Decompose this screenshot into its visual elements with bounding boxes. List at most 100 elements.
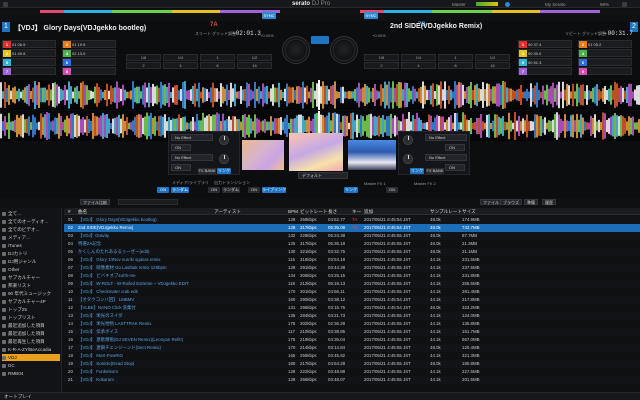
column-header[interactable]: キー (352, 208, 364, 215)
sidebar-item[interactable]: 最近再生した項目 (2, 338, 60, 345)
loop-8-button[interactable]: 8 (438, 62, 473, 69)
hotcue-2-button[interactable]: 2 01 05.2 (578, 40, 632, 48)
sidebar-item[interactable]: RMB04 (2, 370, 60, 377)
fx-left-knob-2[interactable] (219, 154, 229, 164)
column-header[interactable]: アーティスト (214, 208, 288, 215)
user-menu[interactable]: My Serato (545, 2, 566, 7)
fx-right-link-button[interactable]: リンク (410, 168, 424, 174)
column-header[interactable]: 曲名 (78, 208, 214, 215)
sidebar-item[interactable]: トップリスト (2, 314, 60, 321)
loop-1-8-button[interactable]: 1/8 (364, 54, 399, 61)
hotcue-3-button[interactable]: 3 00 30.0 (518, 49, 572, 57)
files-tab[interactable]: ファイル (480, 199, 502, 205)
fx-right-knob-2[interactable] (403, 154, 413, 164)
fx-left-slot-1[interactable]: No Effect (171, 134, 213, 141)
deck-left-overview[interactable] (40, 10, 280, 13)
browse-tab[interactable]: ブラウズ (500, 199, 522, 205)
table-row[interactable]: 07 【VDJ】 映像素材 Go Lastbak remix 128bpm 128 2… (64, 264, 640, 272)
column-header[interactable]: 長さ (328, 208, 352, 215)
sidebar-item[interactable]: 全てのオーディオ... (2, 218, 60, 225)
hotcue-4-button[interactable]: 4 (578, 49, 632, 57)
table-row[interactable]: 17 【VDJ】 連鎖チェンジーンド(Sect Remix) 170 214kbps 0… (64, 344, 640, 352)
sidebar-item[interactable]: iTunes (2, 242, 60, 249)
column-header[interactable]: 追加 (364, 208, 430, 215)
sidebar-item[interactable]: DC (2, 362, 60, 369)
autoplay-label[interactable]: オートプレイ (4, 394, 32, 400)
sidebar-item[interactable]: DJ用ジャンル (2, 258, 60, 265)
fx-on-button-2[interactable]: ON (208, 187, 220, 193)
loop-1-8-button[interactable]: 1/8 (126, 54, 161, 61)
preset-dropdown[interactable]: デフォルト (298, 172, 348, 179)
loop-2-button[interactable]: 2 (126, 62, 161, 69)
table-row[interactable]: 21 【VDJ】 Kokurum 128 266kbps 03:48.07 2017/05… (64, 376, 640, 384)
sidebar-item[interactable]: 90 年代ミュージック (2, 290, 60, 297)
sidebar-item[interactable]: メディア... (2, 234, 60, 241)
fx-link-button[interactable]: リンク (344, 187, 358, 193)
table-row[interactable]: 18 【VDJ】 MaX-PowRiO 165 255kbps 03:45.82 2017… (64, 352, 640, 360)
hotcue-4-button[interactable]: 4 02 13.0 (62, 49, 116, 57)
deck-left-platter[interactable] (282, 36, 310, 64)
table-row[interactable]: 12 【VLBE】NANO Click 洗集付 131 296kbps 03:15.76… (64, 304, 640, 312)
column-header[interactable]: BPM (288, 208, 300, 215)
table-row[interactable]: 05 かくしんのたれあるるぅーぜー(edit) 130 321kbps 03:32.75… (64, 248, 640, 256)
sidebar-item[interactable]: 全てのビデオ... (2, 226, 60, 233)
fx-right-bank-button[interactable]: FX BANK (426, 168, 444, 174)
hotcue-8-button[interactable]: 8 (578, 67, 632, 75)
video-left-preview[interactable] (242, 140, 284, 170)
fx-right-slot-1[interactable]: No Effect (425, 134, 467, 141)
hotcue-6-button[interactable]: 6 (62, 58, 116, 66)
column-header[interactable]: # (68, 208, 78, 215)
loop-2-button[interactable]: 2 (364, 62, 399, 69)
table-row[interactable]: 06 【VDJ】 Glory 14Nov nurriki sgdara remix… (64, 256, 640, 264)
deck-right-platter[interactable] (330, 36, 358, 64)
video-output-preview[interactable] (289, 133, 343, 171)
fx-on-button-3[interactable]: ON (248, 187, 260, 193)
hotcue-3-button[interactable]: 3 01 49.5 (2, 49, 56, 57)
table-row[interactable]: 09 【VDJ】 W-ROLT - W-Roiled Extreme ~ VDJg… (64, 280, 640, 288)
loop-1-4-button[interactable]: 1/4 (163, 54, 198, 61)
loop-4-button[interactable]: 4 (163, 62, 198, 69)
fx-right-slot-2[interactable]: No Effect (425, 154, 467, 161)
sync-right-button[interactable]: SYNC (364, 12, 378, 19)
fx-left-slot-2[interactable]: No Effect (171, 154, 213, 161)
fx-left-on-1[interactable]: ON (171, 144, 191, 151)
loop-1-button[interactable]: 1 (200, 54, 235, 61)
table-row[interactable]: 10 【VDJ】 Checkmate! crab edit 170 301kbps 04… (64, 288, 640, 296)
prepare-tab[interactable]: 準備 (524, 199, 538, 205)
hotcue-8-button[interactable]: 8 (62, 67, 116, 75)
hotcue-2-button[interactable]: 2 01 19.5 (62, 40, 116, 48)
hotcue-7-button[interactable]: 7 (518, 67, 572, 75)
sidebar-item[interactable]: 全て... (2, 210, 60, 217)
loop-1-button[interactable]: 1 (438, 54, 473, 61)
fx-left-knob-1[interactable] (219, 135, 229, 145)
video-right-preview[interactable] (348, 140, 396, 170)
table-row[interactable]: 19 【VDJ】 Sonicle(Dead Stop) 180 217kbps 04:5… (64, 360, 640, 368)
sidebar-item[interactable]: サブカルチャー4P (2, 298, 60, 305)
table-row[interactable]: 01 【VDJ】 Glory Days(VDJgekko bootleg) 128 2… (64, 216, 640, 224)
sync-left-button[interactable]: SYNC (262, 12, 276, 19)
loop-1-4-button[interactable]: 1/4 (401, 54, 436, 61)
fx-right-on-1[interactable]: ON (445, 144, 465, 151)
table-row[interactable]: 02 2nd SIDE(VDJgekko Remix) 128 317kbps 05:3… (64, 224, 640, 232)
sidebar-item[interactable]: サブカルチャー (2, 274, 60, 281)
column-header[interactable]: サンプルレート (430, 208, 462, 215)
loop-1-2-button[interactable]: 1/2 (237, 54, 272, 61)
hotcue-1-button[interactable]: 1 01 06.9 (2, 40, 56, 48)
table-row[interactable]: 14 【VDJ】 栄光他物 LASTTRAK Remix 175 302kbps 02:… (64, 320, 640, 328)
center-deck-switch[interactable] (311, 36, 329, 44)
sidebar-item[interactable]: VDJ (2, 354, 60, 361)
sidebar-item[interactable]: 最近追加した項目 (2, 322, 60, 329)
column-header[interactable]: ビットレート (300, 208, 328, 215)
deck-right-overview[interactable] (360, 10, 600, 13)
column-header[interactable]: サイズ (462, 208, 502, 215)
table-row[interactable]: 03 【VDJ】Gravity 132 229kbps 05:24.38 2017/05/… (64, 232, 640, 240)
hotcue-1-button[interactable]: 1 00 37.4 (518, 40, 572, 48)
hotcue-5-button[interactable]: 5 (2, 58, 56, 66)
fx-left-on-2[interactable]: ON (171, 164, 191, 171)
fx-right-on-2[interactable]: ON (445, 164, 465, 171)
fx-random-button-1[interactable]: ランダム (171, 187, 189, 193)
table-row[interactable]: 11 【オタクコンバ回】 LMBMV 160 290kbps 03:38.12 2017/… (64, 296, 640, 304)
loop-16-button[interactable]: 16 (475, 62, 510, 69)
hotcue-7-button[interactable]: 7 (2, 67, 56, 75)
table-row[interactable]: 13 【VDJ】 栄光のスイダ 135 284kbps 04:21.73 2017/05/… (64, 312, 640, 320)
